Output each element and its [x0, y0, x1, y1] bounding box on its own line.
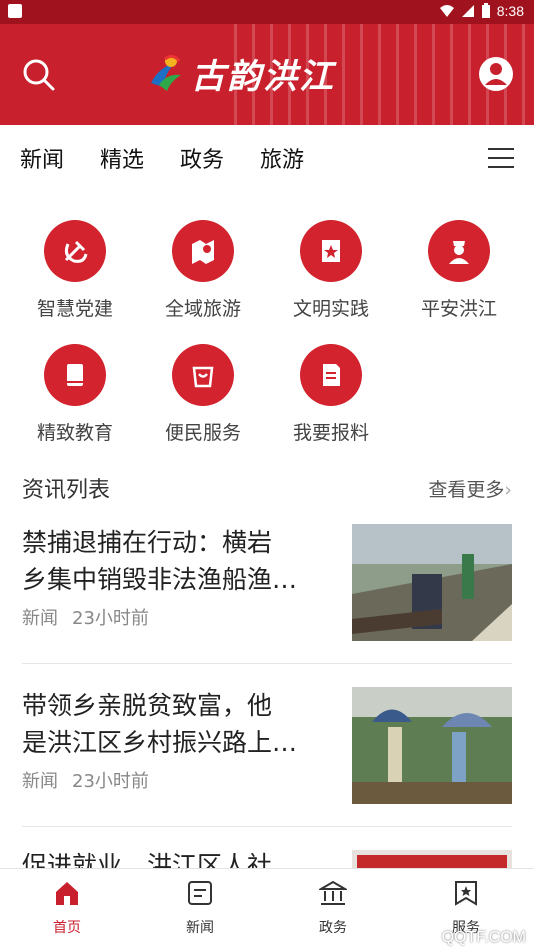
news-thumbnail — [352, 850, 512, 870]
wifi-icon — [439, 5, 454, 17]
news-item[interactable]: 禁捕退捕在行动：横岩 乡集中销毁非法渔船渔… 新闻 23小时前 — [22, 524, 512, 642]
user-profile-icon[interactable] — [478, 56, 514, 92]
news-item[interactable]: 促进就业，洪江区人社 — [22, 850, 512, 870]
book-icon — [44, 344, 106, 406]
service-icon — [455, 881, 477, 906]
search-icon[interactable] — [20, 56, 56, 92]
tab-featured[interactable]: 精选 — [100, 142, 144, 174]
signal-icon — [461, 5, 474, 17]
government-icon — [317, 880, 349, 905]
category-tabs: 新闻 精选 政务 旅游 — [0, 125, 534, 191]
nav-news[interactable]: 新闻 — [160, 879, 240, 937]
divider — [22, 826, 512, 827]
shortcut-label: 精致教育 — [36, 422, 113, 444]
shortcut-report[interactable]: 我要报料 — [267, 344, 395, 445]
status-icons: 8:38 — [439, 3, 524, 19]
shortcut-safety[interactable]: 平安洪江 — [395, 220, 523, 321]
news-title: 带领乡亲脱贫致富，他 是洪江区乡村振兴路上… — [22, 691, 298, 757]
hammer-sickle-icon — [44, 220, 106, 282]
news-thumbnail — [352, 687, 512, 804]
shortcut-education[interactable]: 精致教育 — [11, 344, 139, 445]
notification-icon — [8, 4, 22, 18]
tab-government[interactable]: 政务 — [180, 142, 224, 174]
shortcut-label: 文明实践 — [292, 298, 369, 320]
chevron-right-icon: › — [504, 479, 512, 501]
app-header: 古韵洪江 — [0, 24, 534, 125]
bag-icon — [172, 344, 234, 406]
shortcut-civilization[interactable]: 文明实践 — [267, 220, 395, 321]
star-badge-icon — [300, 220, 362, 282]
shortcut-label: 智慧党建 — [36, 298, 113, 320]
divider — [22, 663, 512, 664]
news-icon — [188, 881, 212, 905]
home-icon — [56, 882, 78, 905]
status-bar: 8:38 — [0, 0, 534, 24]
shortcut-label: 我要报料 — [292, 422, 369, 444]
shortcut-services[interactable]: 便民服务 — [139, 344, 267, 445]
status-time: 8:38 — [496, 3, 524, 19]
logo-mark-icon — [151, 54, 181, 91]
view-more-link[interactable]: 查看更多› — [428, 475, 512, 502]
app-title: 古韵洪江 — [191, 56, 335, 97]
shortcut-tourism[interactable]: 全域旅游 — [139, 220, 267, 321]
news-title: 促进就业，洪江区人社 — [22, 851, 273, 870]
nav-home[interactable]: 首页 — [27, 879, 107, 937]
map-pin-icon — [172, 220, 234, 282]
news-item[interactable]: 带领乡亲脱贫致富，他 是洪江区乡村振兴路上… 新闻 23小时前 — [22, 687, 512, 805]
tab-travel[interactable]: 旅游 — [260, 142, 304, 174]
app-logo: 古韵洪江 — [145, 48, 335, 98]
menu-icon[interactable] — [488, 148, 514, 168]
police-icon — [428, 220, 490, 282]
nav-government[interactable]: 政务 — [293, 879, 373, 937]
document-edit-icon — [300, 344, 362, 406]
bottom-nav: 首页 新闻 政务 服务 QQTF.COM — [0, 868, 534, 951]
section-title: 资讯列表 — [22, 478, 111, 503]
shortcut-smart-party[interactable]: 智慧党建 — [11, 220, 139, 321]
news-section-header: 资讯列表 查看更多› — [22, 472, 512, 504]
tab-news[interactable]: 新闻 — [20, 142, 64, 174]
news-thumbnail — [352, 524, 512, 641]
shortcut-label: 全域旅游 — [164, 298, 241, 320]
news-title: 禁捕退捕在行动：横岩 乡集中销毁非法渔船渔… — [22, 528, 298, 594]
watermark: QQTF.COM — [441, 929, 526, 946]
shortcut-label: 平安洪江 — [420, 298, 497, 320]
battery-icon — [481, 3, 490, 18]
shortcut-label: 便民服务 — [164, 422, 241, 444]
